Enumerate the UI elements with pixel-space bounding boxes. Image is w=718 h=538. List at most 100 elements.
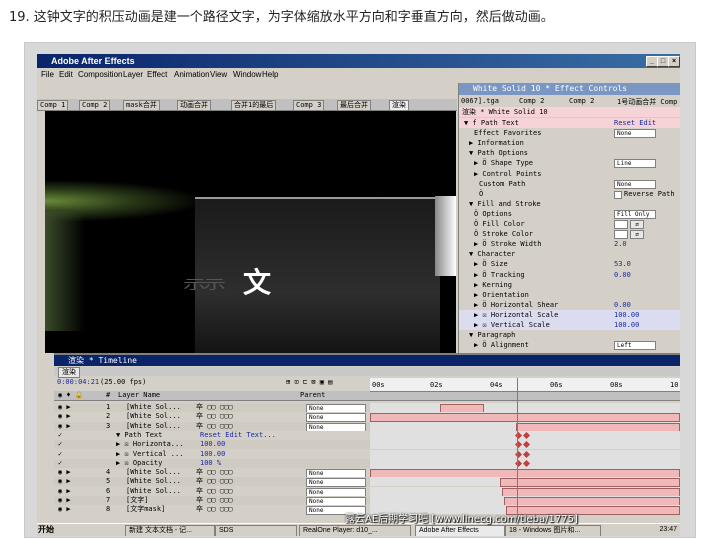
layer-name[interactable]: ▶ ☒ Vertical ...	[116, 450, 183, 459]
layer-track[interactable]	[370, 403, 680, 413]
layer-switch-icons[interactable]: ◉ ▶	[58, 477, 71, 486]
timeline-layer-row[interactable]: ◉ ▶ 2 [White Sol... 卒 ▢▢ ▢▢▢ None	[54, 412, 680, 423]
eyedropper-icon[interactable]: ⇄	[630, 230, 644, 240]
layer-switches[interactable]: 卒 ▢▢ ▢▢▢	[196, 505, 233, 514]
timeline-layer-row[interactable]: ✓ ▶ ☒ Opacity 100 %	[54, 458, 680, 468]
menu-8[interactable]: Help	[262, 70, 278, 79]
menu-6[interactable]: View	[210, 70, 227, 79]
layer-name[interactable]: [White Sol...	[126, 487, 181, 496]
timeline-layer-row[interactable]: ✓ ▶ ☒ Horizonta... 100.00	[54, 440, 680, 450]
taskbar-item[interactable]: 新建 文本文档 - 记...	[125, 525, 215, 536]
time-ruler[interactable]: 00s 02s 04s 06s 08s 10	[370, 378, 680, 392]
layer-switches[interactable]: 卒 ▢▢ ▢▢▢	[196, 496, 233, 505]
menu-4[interactable]: Effect	[147, 70, 167, 79]
layer-switch-icons[interactable]: ◉ ▶	[58, 422, 71, 431]
effect-value[interactable]: 2.0	[614, 239, 627, 249]
comp-tab-5[interactable]: Comp 3	[293, 100, 325, 110]
layer-name[interactable]: [White Sol...	[126, 403, 181, 412]
composition-viewer[interactable]: 示示 文	[45, 111, 456, 353]
menu-7[interactable]: Window	[233, 70, 261, 79]
timecode[interactable]: 0:00:04:21	[57, 378, 99, 387]
comp-tab-1[interactable]: Comp 2	[79, 100, 111, 110]
layer-track[interactable]	[370, 440, 680, 450]
timeline-layer-row[interactable]: ◉ ▶ 5 [White Sol... 卒 ▢▢ ▢▢▢ None	[54, 477, 680, 488]
layer-track[interactable]	[370, 412, 680, 423]
timeline-layer-row[interactable]: ◉ ▶ 7 [文字] 卒 ▢▢ ▢▢▢ None	[54, 496, 680, 506]
keyframe-icon[interactable]	[522, 431, 531, 439]
effect-value[interactable]: 100.00	[614, 310, 639, 320]
effect-value[interactable]: 0.00	[614, 300, 631, 310]
timeline-layer-row[interactable]: ✓ ▼ Path Text Reset Edit Text...	[54, 430, 680, 440]
current-time-indicator[interactable]	[517, 378, 518, 525]
effect-dropdown[interactable]: Line	[614, 159, 656, 169]
layer-switches[interactable]: 卒 ▢▢ ▢▢▢	[196, 468, 233, 477]
comp-tab-6[interactable]: 最后合并	[337, 100, 371, 110]
layer-switch-icons[interactable]: ◉ ▶	[58, 468, 71, 477]
layer-track[interactable]	[370, 496, 680, 506]
keyframe-icon[interactable]	[522, 441, 531, 449]
effect-dropdown[interactable]: None	[614, 129, 656, 139]
layer-track[interactable]	[370, 430, 680, 440]
taskbar-item[interactable]: RealOne Player: d10_...	[299, 525, 411, 536]
column-parent[interactable]: Parent	[300, 391, 325, 400]
timeline-layer-row[interactable]: ✓ ▶ ☒ Vertical ... 100.00	[54, 449, 680, 459]
layer-name[interactable]: ▼ Path Text	[116, 431, 162, 440]
keyframe-icon[interactable]	[522, 450, 531, 458]
layer-track[interactable]	[370, 421, 680, 432]
timeline-layer-row[interactable]: ◉ ▶ 4 [White Sol... 卒 ▢▢ ▢▢▢ None	[54, 468, 680, 479]
property-value[interactable]: 100.00	[200, 440, 225, 449]
layer-name[interactable]: [文字mask]	[126, 505, 165, 514]
taskbar-item[interactable]: Adobe After Effects	[415, 525, 505, 536]
layer-switch-icons[interactable]: ◉ ▶	[58, 487, 71, 496]
menu-3[interactable]: Layer	[123, 70, 143, 79]
layer-name[interactable]: [White Sol...	[126, 477, 181, 486]
menu-2[interactable]: Composition	[78, 70, 122, 79]
timeline-layer-row[interactable]: ◉ ▶ 1 [White Sol... 卒 ▢▢ ▢▢▢ None	[54, 403, 680, 413]
comp-tab-0[interactable]: Comp 1	[37, 100, 69, 110]
effect-value[interactable]: 53.0	[614, 259, 631, 269]
menu-1[interactable]: Edit	[59, 70, 73, 79]
timeline-layer-row[interactable]: ◉ ▶ 6 [White Sol... 卒 ▢▢ ▢▢▢ None	[54, 486, 680, 497]
layer-name[interactable]: [White Sol...	[126, 468, 181, 477]
taskbar-item[interactable]: SDS	[215, 525, 297, 536]
property-value[interactable]: 100.00	[200, 450, 225, 459]
effect-dropdown[interactable]: Left	[614, 341, 656, 351]
layer-track[interactable]	[370, 449, 680, 459]
close-button[interactable]: ×	[668, 56, 680, 67]
layer-name[interactable]: [White Sol...	[126, 422, 181, 431]
layer-switches[interactable]: 卒 ▢▢ ▢▢▢	[196, 477, 233, 486]
layer-switches[interactable]: 卒 ▢▢ ▢▢▢	[196, 403, 233, 412]
layer-track[interactable]	[370, 477, 680, 488]
layer-switch-icons[interactable]: ◉ ▶	[58, 496, 71, 505]
layer-switches[interactable]: 卒 ▢▢ ▢▢▢	[196, 412, 233, 421]
property-value[interactable]: 100 %	[200, 459, 221, 468]
property-value[interactable]: Reset Edit Text...	[200, 431, 276, 440]
effect-dropdown[interactable]: None	[614, 179, 656, 189]
comp-tab-3[interactable]: 动画合并	[177, 100, 211, 110]
taskbar-item[interactable]: 18 - Windows 图片和...	[505, 525, 601, 536]
comp-tab-7[interactable]: 渲染	[389, 100, 409, 110]
reverse-path-checkbox[interactable]	[614, 190, 622, 199]
timeline-toolbar-icons[interactable]: ⊞ ⊡ ⊏ ⊠ ▣ ▤	[286, 378, 332, 387]
effect-value[interactable]: 100.00	[614, 320, 639, 330]
layer-switches[interactable]: 卒 ▢▢ ▢▢▢	[196, 422, 233, 431]
start-button[interactable]: 开始	[38, 525, 54, 535]
effect-value[interactable]: 0.00	[614, 270, 631, 280]
effect-tab-0[interactable]: 0067].tga	[461, 97, 499, 105]
layer-track[interactable]	[370, 458, 680, 468]
comp-tab-2[interactable]: mask合并	[123, 100, 160, 110]
keyframe-icon[interactable]	[522, 459, 531, 467]
layer-track[interactable]	[370, 486, 680, 497]
layer-name[interactable]: ▶ ☒ Opacity	[116, 459, 162, 468]
layer-name[interactable]: [文字]	[126, 496, 148, 505]
effect-tab-3[interactable]: 1号动画合并 Comp	[617, 97, 677, 107]
layer-switch-icons[interactable]: ◉ ▶	[58, 505, 71, 514]
layer-switch-icons[interactable]: ✓	[58, 450, 62, 459]
menu-0[interactable]: File	[41, 70, 54, 79]
comp-tab-4[interactable]: 合并1的最后	[231, 100, 277, 110]
layer-switch-icons[interactable]: ◉ ▶	[58, 403, 71, 412]
layer-name[interactable]: ▶ ☒ Horizonta...	[116, 440, 183, 449]
layer-switch-icons[interactable]: ✓	[58, 459, 62, 468]
timeline-tab[interactable]: 渲染	[58, 367, 80, 378]
menu-5[interactable]: Animation	[174, 70, 210, 79]
